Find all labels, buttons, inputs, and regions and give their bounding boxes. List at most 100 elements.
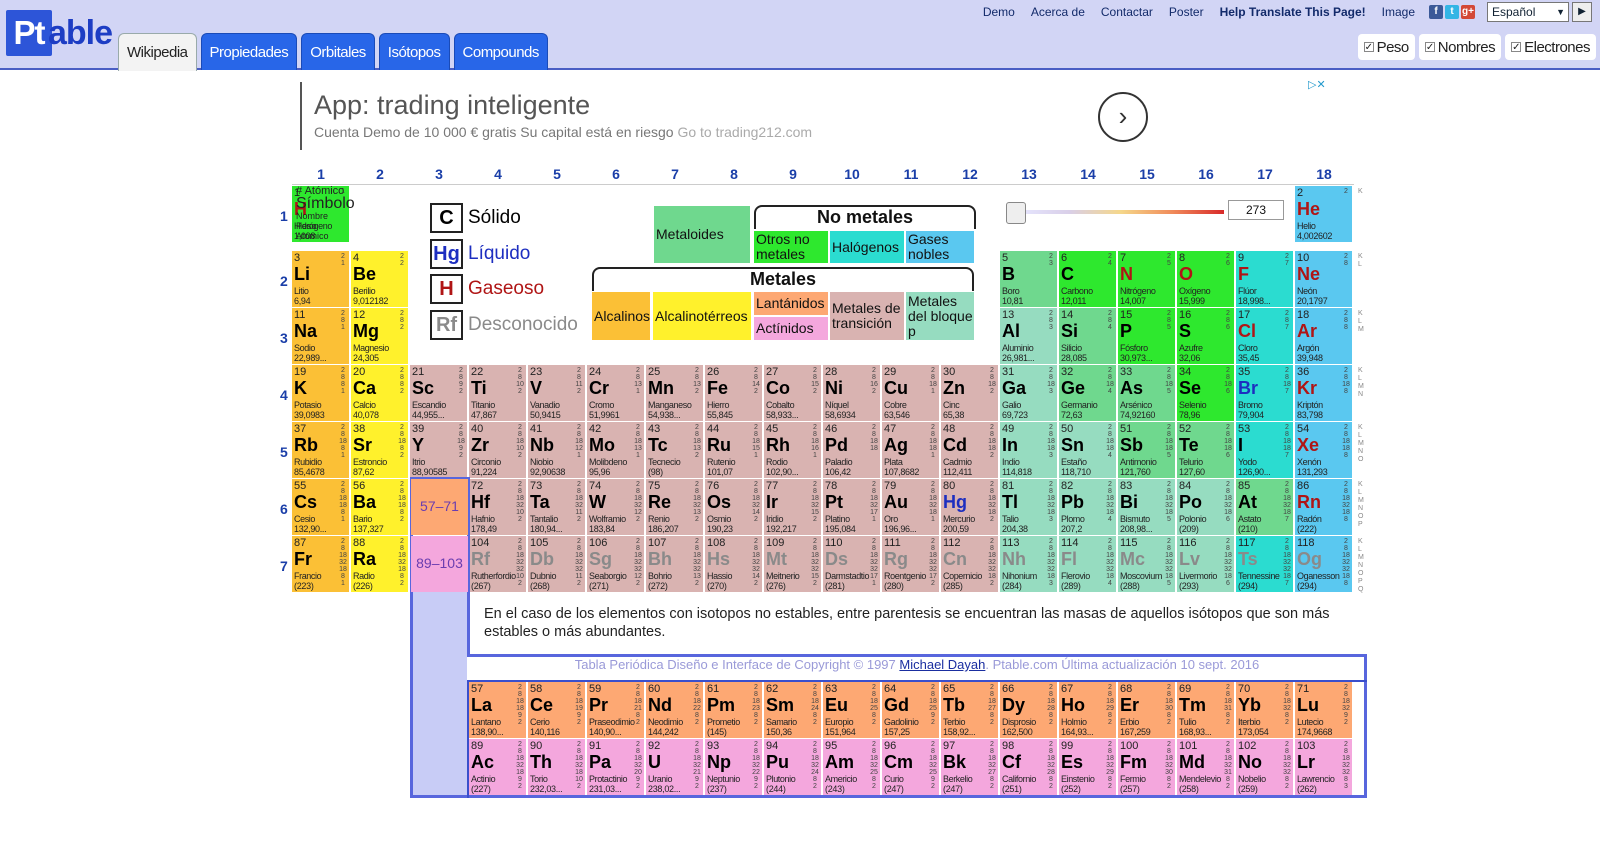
element-rb[interactable]: 37 Rb Rubidio 85,4678 2 8 18 8 1 (292, 422, 349, 478)
element-am[interactable]: 95 Am Americio (243) 2 8 18 32 25 8 2 (823, 739, 880, 795)
element-ag[interactable]: 47 Ag Plata 107,8682 2 8 18 18 1 (882, 422, 939, 478)
element-ho[interactable]: 67 Ho Holmio 164,93... 2 8 18 29 8 2 (1059, 682, 1116, 738)
twitter-icon[interactable]: t (1445, 5, 1459, 19)
group-number[interactable]: 1 (292, 166, 350, 182)
footer-author-link[interactable]: Michael Dayah (899, 657, 985, 672)
element-cr[interactable]: 24 Cr Cromo 51,9961 2 8 13 1 (587, 365, 644, 421)
element-co[interactable]: 27 Co Cobalto 58,933... 2 8 15 2 (764, 365, 821, 421)
toggle-electrones[interactable]: ✓ Electrones (1505, 34, 1596, 60)
state-liquid[interactable]: Hg Líquido (430, 239, 530, 269)
element-sm[interactable]: 62 Sm Samario 150,36 2 8 18 24 8 2 (764, 682, 821, 738)
ad-arrow-button[interactable]: › (1098, 92, 1148, 142)
element-gd[interactable]: 64 Gd Gadolinio 157,25 2 8 18 25 9 2 (882, 682, 939, 738)
element-u[interactable]: 92 U Uranio 238,02... 2 8 18 32 21 9 2 (646, 739, 703, 795)
element-i[interactable]: 53 I Yodo 126,90... 2 8 18 18 7 (1236, 422, 1293, 478)
element-cl[interactable]: 17 Cl Cloro 35,45 2 8 7 (1236, 308, 1293, 364)
element-ta[interactable]: 73 Ta Tantalio 180,94... 2 8 18 32 11 2 (528, 479, 585, 535)
adchoices-icon[interactable]: ▷✕ (1308, 78, 1326, 91)
element-ra[interactable]: 88 Ra Radio (226) 2 8 18 32 18 8 2 (351, 536, 408, 592)
element-zr[interactable]: 40 Zr Circonio 91,224 2 8 18 10 2 (469, 422, 526, 478)
element-bh[interactable]: 107 Bh Bohrio (272) 2 8 18 32 32 13 2 (646, 536, 703, 592)
element-mt[interactable]: 109 Mt Meitnerio (276) 2 8 18 32 32 15 2 (764, 536, 821, 592)
nav-demo[interactable]: Demo (983, 5, 1015, 19)
legend-metales-de-transicion[interactable]: Metales de transición (830, 292, 904, 340)
element-rh[interactable]: 45 Rh Rodio 102,90... 2 8 18 16 1 (764, 422, 821, 478)
state-gas[interactable]: H Gaseoso (430, 274, 544, 304)
element-rn[interactable]: 86 Rn Radón (222) 2 8 18 32 18 8 (1295, 479, 1352, 535)
element-nb[interactable]: 41 Nb Niobio 92,90638 2 8 18 12 1 (528, 422, 585, 478)
temperature-handle[interactable] (1006, 202, 1026, 224)
group-number[interactable]: 9 (764, 166, 822, 182)
element-br[interactable]: 35 Br Bromo 79,904 2 8 18 7 (1236, 365, 1293, 421)
element-sr[interactable]: 38 Sr Estroncio 87,62 2 8 18 8 2 (351, 422, 408, 478)
element-hf[interactable]: 72 Hf Hafnio 178,49 2 8 18 32 10 2 (469, 479, 526, 535)
period-number[interactable]: 7 (280, 558, 292, 574)
period-number[interactable]: 6 (280, 501, 292, 517)
nav-about[interactable]: Acerca de (1031, 5, 1085, 19)
nav-contact[interactable]: Contactar (1101, 5, 1153, 19)
element-sc[interactable]: 21 Sc Escandio 44,955... 2 8 9 2 (410, 365, 467, 421)
element-si[interactable]: 14 Si Silicio 28,085 2 8 4 (1059, 308, 1116, 364)
language-go-button[interactable]: ▶ (1572, 2, 1592, 22)
element-np[interactable]: 93 Np Neptunio (237) 2 8 18 32 22 9 2 (705, 739, 762, 795)
element-f[interactable]: 9 F Flúor 18,998... 2 7 (1236, 251, 1293, 307)
element-tb[interactable]: 65 Tb Terbio 158,92... 2 8 18 27 8 2 (941, 682, 998, 738)
element-no[interactable]: 102 No Nobelio (259) 2 8 18 32 32 8 2 (1236, 739, 1293, 795)
element-xe[interactable]: 54 Xe Xenón 131,293 2 8 18 18 8 (1295, 422, 1352, 478)
toggle-peso[interactable]: ✓ Peso (1357, 34, 1415, 60)
element-dy[interactable]: 66 Dy Disprosio 162,500 2 8 18 28 8 2 (1000, 682, 1057, 738)
element-ga[interactable]: 31 Ga Galio 69,723 2 8 18 3 (1000, 365, 1057, 421)
element-md[interactable]: 101 Md Mendelevio (258) 2 8 18 32 31 8 2 (1177, 739, 1234, 795)
group-number[interactable]: 14 (1059, 166, 1117, 182)
group-number[interactable]: 16 (1177, 166, 1235, 182)
element-o[interactable]: 8 O Oxígeno 15,999 2 6 (1177, 251, 1234, 307)
element-cf[interactable]: 98 Cf Californio (251) 2 8 18 32 28 8 2 (1000, 739, 1057, 795)
element-ir[interactable]: 77 Ir Iridio 192,217 2 8 18 32 15 2 (764, 479, 821, 535)
element-hg[interactable]: 80 Hg Mercurio 200,59 2 8 18 32 18 2 (941, 479, 998, 535)
element-ce[interactable]: 58 Ce Cerio 140,116 2 8 18 19 9 2 (528, 682, 585, 738)
legend-otros-no-metales[interactable]: Otros no metales (754, 231, 828, 263)
element-lu[interactable]: 71 Lu Lutecio 174,9668 2 8 18 32 9 2 (1295, 682, 1352, 738)
element-fr[interactable]: 87 Fr Francio (223) 2 8 18 32 18 8 1 (292, 536, 349, 592)
ad-link[interactable]: Go to trading212.com (677, 124, 812, 140)
group-number[interactable]: 15 (1118, 166, 1176, 182)
element-s[interactable]: 16 S Azufre 32,06 2 8 6 (1177, 308, 1234, 364)
element-pb[interactable]: 82 Pb Plomo 207,2 2 8 18 32 18 4 (1059, 479, 1116, 535)
state-unknown[interactable]: Rf Desconocido (430, 310, 578, 340)
element-bk[interactable]: 97 Bk Berkelio (247) 2 8 18 32 27 8 2 (941, 739, 998, 795)
element-nh[interactable]: 113 Nh Nihonium (284) 2 8 18 32 32 18 3 (1000, 536, 1057, 592)
element-rf[interactable]: 104 Rf Rutherfordio (267) 2 8 18 32 32 10 2 (469, 536, 526, 592)
element-te[interactable]: 52 Te Telurio 127,60 2 8 18 18 6 (1177, 422, 1234, 478)
element-mc[interactable]: 115 Mc Moscovium (288) 2 8 18 32 32 18 5 (1118, 536, 1175, 592)
element-ru[interactable]: 44 Ru Rutenio 101,07 2 8 18 15 1 (705, 422, 762, 478)
element-ni[interactable]: 28 Ni Níquel 58,6934 2 8 16 2 (823, 365, 880, 421)
language-select[interactable]: Español (1487, 2, 1569, 22)
tab-compounds[interactable]: Compounds (453, 33, 548, 70)
element-ac[interactable]: 89 Ac Actinio (227) 2 8 18 32 18 9 2 (469, 739, 526, 795)
element-c[interactable]: 6 C Carbono 12,011 2 4 (1059, 251, 1116, 307)
element-at[interactable]: 85 At Astato (210) 2 8 18 32 18 7 (1236, 479, 1293, 535)
element-tl[interactable]: 81 Tl Talio 204,38 2 8 18 32 18 3 (1000, 479, 1057, 535)
facebook-icon[interactable]: f (1429, 5, 1443, 19)
lanthanide-placeholder[interactable]: 57–71 (411, 479, 468, 535)
element-hs[interactable]: 108 Hs Hassio (270) 2 8 18 32 32 14 2 (705, 536, 762, 592)
google-plus-icon[interactable]: g+ (1461, 5, 1475, 19)
element-li[interactable]: 3 Li Litio 6,94 2 1 (292, 251, 349, 307)
legend-gases-nobles[interactable]: Gases nobles (906, 231, 974, 263)
group-number[interactable]: 12 (941, 166, 999, 182)
element-ti[interactable]: 22 Ti Titanio 47,867 2 8 10 2 (469, 365, 526, 421)
element-k[interactable]: 19 K Potasio 39,0983 2 8 8 1 (292, 365, 349, 421)
element-rg[interactable]: 111 Rg Roentgenio (280) 2 8 18 32 32 17 2 (882, 536, 939, 592)
ad-banner[interactable]: App: trading inteligente Cuenta Demo de … (300, 79, 1360, 150)
element-sb[interactable]: 51 Sb Antimonio 121,760 2 8 18 18 5 (1118, 422, 1175, 478)
element-se[interactable]: 34 Se Selenio 78,96 2 8 18 6 (1177, 365, 1234, 421)
element-p[interactable]: 15 P Fósforo 30,973... 2 8 5 (1118, 308, 1175, 364)
group-number[interactable]: 8 (705, 166, 763, 182)
group-number[interactable]: 5 (528, 166, 586, 182)
nav-help-translate[interactable]: Help Translate This Page! (1220, 5, 1366, 19)
group-number[interactable]: 11 (882, 166, 940, 182)
group-number[interactable]: 10 (823, 166, 881, 182)
element-fm[interactable]: 100 Fm Fermio (257) 2 8 18 32 30 8 2 (1118, 739, 1175, 795)
element-cn[interactable]: 112 Cn Copernicio (285) 2 8 18 32 32 18 2 (941, 536, 998, 592)
ad-title[interactable]: App: trading inteligente (314, 90, 590, 121)
